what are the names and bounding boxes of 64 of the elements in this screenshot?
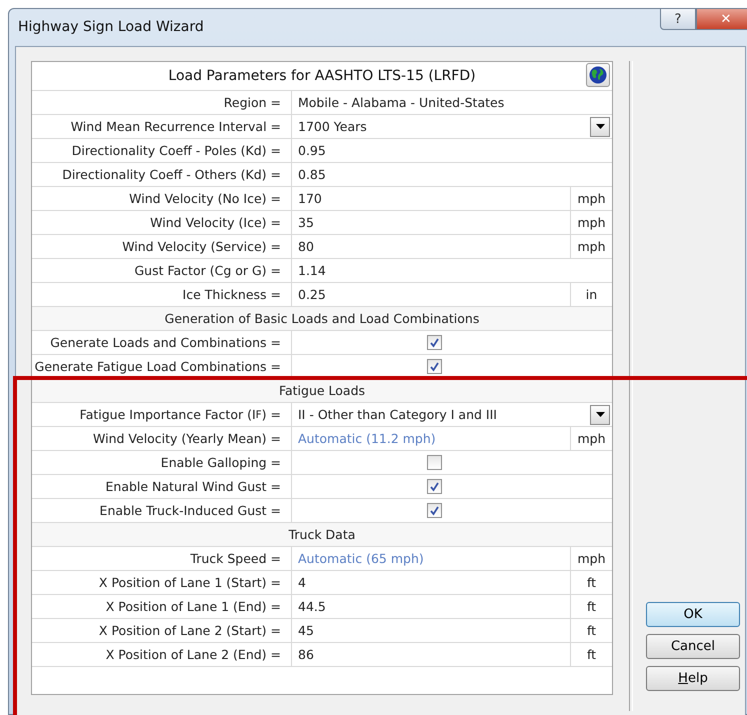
field-label: Ice Thickness = (32, 283, 292, 306)
dialog-button[interactable]: OK (646, 602, 740, 627)
field-label: Wind Velocity (No Ice) = (32, 187, 292, 210)
caret-icon (590, 404, 610, 424)
value-field[interactable]: 86 (292, 643, 570, 666)
field-label: X Position of Lane 1 (End) = (32, 595, 292, 618)
checkbox[interactable] (426, 359, 442, 374)
unit-label: mph (570, 211, 612, 234)
value-field[interactable]: 170 (292, 187, 570, 210)
unit-label: ft (570, 619, 612, 642)
globe-icon (589, 66, 607, 84)
value-field[interactable]: 45 (292, 619, 570, 642)
value-field[interactable]: 4 (292, 571, 570, 594)
unit-label: mph (570, 547, 612, 570)
field-label: Enable Galloping = (32, 451, 292, 474)
field-label: X Position of Lane 1 (Start) = (32, 571, 292, 594)
dialog-button[interactable]: Cancel (646, 634, 740, 659)
globe-button[interactable] (586, 63, 610, 87)
unit-label: in (570, 283, 612, 306)
dropdown[interactable]: 1700 Years (292, 115, 612, 138)
window-title: Highway Sign Load Wizard (18, 19, 204, 35)
field-label: Generate Fatigue Load Combinations = (32, 355, 292, 378)
checkbox[interactable] (426, 335, 442, 350)
unit-label: ft (570, 643, 612, 666)
value-field[interactable]: 0.95 (292, 139, 612, 162)
value-field[interactable]: Automatic (65 mph) (292, 547, 570, 570)
field-label: Directionality Coeff - Poles (Kd) = (32, 139, 292, 162)
dropdown[interactable]: II - Other than Category I and III (292, 403, 612, 426)
field-label: Region = (32, 91, 292, 114)
value-field[interactable]: 44.5 (292, 595, 570, 618)
field-label: Wind Velocity (Yearly Mean) = (32, 427, 292, 450)
section-header: Fatigue Loads (32, 379, 612, 402)
panel-title: Load Parameters for AASHTO LTS-15 (LRFD) (168, 68, 476, 84)
checkbox[interactable] (426, 455, 442, 470)
section-header: Truck Data (32, 523, 612, 546)
unit-label: mph (570, 427, 612, 450)
value-field[interactable]: 1.14 (292, 259, 612, 282)
field-label: Directionality Coeff - Others (Kd) = (32, 163, 292, 186)
field-label: Truck Speed = (32, 547, 292, 570)
field-label: Wind Mean Recurrence Interval = (32, 115, 292, 138)
checkbox[interactable] (426, 479, 442, 494)
dialog-button[interactable]: Help (646, 666, 740, 691)
value-field[interactable]: Mobile - Alabama - United-States (292, 91, 612, 114)
unit-label: mph (570, 187, 612, 210)
field-label: Enable Truck-Induced Gust = (32, 499, 292, 522)
field-label: Generate Loads and Combinations = (32, 331, 292, 354)
field-label: Wind Velocity (Ice) = (32, 211, 292, 234)
value-field[interactable]: 35 (292, 211, 570, 234)
field-label: Wind Velocity (Service) = (32, 235, 292, 258)
field-label: Enable Natural Wind Gust = (32, 475, 292, 498)
help-button[interactable]: ? (660, 8, 696, 30)
value-field[interactable]: 0.25 (292, 283, 570, 306)
field-label: Gust Factor (Cg or G) = (32, 259, 292, 282)
unit-label: ft (570, 571, 612, 594)
unit-label: ft (570, 595, 612, 618)
checkbox[interactable] (426, 503, 442, 518)
value-field[interactable]: Automatic (11.2 mph) (292, 427, 570, 450)
unit-label: mph (570, 235, 612, 258)
value-field[interactable]: 80 (292, 235, 570, 258)
section-header: Generation of Basic Loads and Load Combinations (32, 307, 612, 330)
field-label: X Position of Lane 2 (End) = (32, 643, 292, 666)
field-label: X Position of Lane 2 (Start) = (32, 619, 292, 642)
value-field[interactable]: 0.85 (292, 163, 612, 186)
caret-icon (590, 116, 610, 136)
